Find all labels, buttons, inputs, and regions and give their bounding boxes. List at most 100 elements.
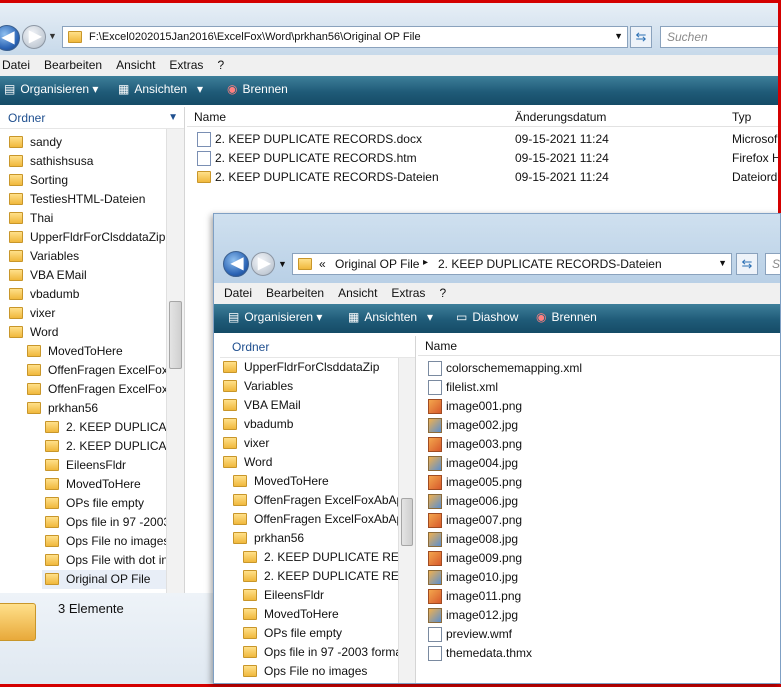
tree-scroll-thumb[interactable]: [169, 301, 182, 369]
organize-button[interactable]: ▤ Organisieren ▾: [228, 310, 322, 324]
front-tree-scrollbar[interactable]: [398, 358, 415, 683]
address-dropdown-icon[interactable]: ▼: [614, 31, 623, 41]
file-row[interactable]: image009.png: [424, 549, 780, 568]
tree-item[interactable]: Word: [6, 323, 166, 342]
tree-item[interactable]: prkhan56: [24, 399, 166, 418]
file-row[interactable]: image004.jpg: [424, 454, 780, 473]
tree-item[interactable]: Ops file in 97 -2003 format: [240, 643, 398, 662]
file-row[interactable]: 2. KEEP DUPLICATE RECORDS-Dateien 09-15-2…: [193, 168, 781, 187]
tree-item[interactable]: OffenFragen ExcelFoxAb: [24, 380, 166, 399]
menu-datei[interactable]: Datei: [214, 283, 259, 300]
front-address-bar[interactable]: « Original OP File ▸ 2. KEEP DUPLICATE R…: [292, 253, 732, 275]
nav-dropdown-icon[interactable]: ▼: [48, 31, 57, 41]
breadcrumb-prefix[interactable]: «: [319, 257, 326, 271]
tree-item[interactable]: Ops file in 97 -2003 fo: [42, 513, 166, 532]
tree-item[interactable]: Word: [220, 453, 398, 472]
menu-help[interactable]: ?: [210, 55, 231, 72]
col-name[interactable]: Name: [194, 110, 226, 124]
menu-help[interactable]: ?: [432, 283, 453, 300]
menu-datei[interactable]: Datei: [0, 55, 37, 72]
tree-item[interactable]: Variables: [220, 377, 398, 396]
menu-bearbeiten[interactable]: Bearbeiten: [259, 283, 331, 300]
tree-item[interactable]: Ops File no images: [42, 532, 166, 551]
file-row[interactable]: colorschememapping.xml: [424, 359, 780, 378]
menu-ansicht[interactable]: Ansicht: [331, 283, 384, 300]
col-name[interactable]: Name: [425, 339, 457, 353]
file-row[interactable]: image003.png: [424, 435, 780, 454]
breadcrumb-current[interactable]: 2. KEEP DUPLICATE RECORDS-Dateien: [438, 257, 662, 271]
menu-bearbeiten[interactable]: Bearbeiten: [37, 55, 109, 72]
tree-item[interactable]: prkhan56: [230, 529, 398, 548]
front-search-input[interactable]: Suchen: [765, 253, 780, 275]
file-row[interactable]: 2. KEEP DUPLICATE RECORDS.docx 09-15-2021…: [193, 130, 781, 149]
tree-item[interactable]: MovedToHere: [240, 605, 398, 624]
search-input[interactable]: Suchen: [660, 26, 781, 48]
file-row[interactable]: image001.png: [424, 397, 780, 416]
tree-item[interactable]: EileensFldr: [42, 456, 166, 475]
tree-item[interactable]: 2. KEEP DUPLICATE RECORI: [240, 548, 398, 567]
tree-item[interactable]: vixer: [220, 434, 398, 453]
breadcrumb-separator-icon[interactable]: ▸: [423, 257, 428, 268]
slideshow-button[interactable]: ▭ Diashow: [456, 310, 518, 324]
breadcrumb-parent[interactable]: Original OP File: [335, 257, 419, 271]
file-row[interactable]: image007.png: [424, 511, 780, 530]
forward-button[interactable]: ▶: [22, 25, 46, 49]
burn-button[interactable]: ◉ Brennen: [227, 82, 288, 96]
tree-item[interactable]: UpperFldrForClsddataZip: [6, 228, 166, 247]
tree-item[interactable]: 2. KEEP DUPLICATE RE: [42, 418, 166, 437]
address-dropdown-icon[interactable]: ▼: [718, 258, 727, 268]
refresh-button[interactable]: ⇆: [630, 26, 652, 48]
tree-item[interactable]: OffenFragen ExcelFoxAbApril2: [230, 491, 398, 510]
tree-item[interactable]: 2. KEEP DUPLICATE RECORI: [240, 567, 398, 586]
tree-item[interactable]: VBA EMail: [6, 266, 166, 285]
nav-dropdown-icon[interactable]: ▼: [278, 259, 287, 269]
tree-item[interactable]: UpperFldrForClsddataZip: [220, 358, 398, 377]
menu-extras[interactable]: Extras: [162, 55, 210, 72]
file-row[interactable]: image011.png: [424, 587, 780, 606]
tree-item[interactable]: OffenFragen ExcelFoxAbApril2: [230, 510, 398, 529]
tree-item[interactable]: Original OP File: [42, 570, 166, 589]
tree-item[interactable]: vbadumb: [6, 285, 166, 304]
col-date[interactable]: Änderungsdatum: [515, 110, 606, 124]
tree-header[interactable]: Ordner: [220, 336, 415, 358]
tree-item[interactable]: Thai: [6, 209, 166, 228]
file-row[interactable]: 2. KEEP DUPLICATE RECORDS.htm 09-15-2021 …: [193, 149, 781, 168]
tree-item[interactable]: Variables: [6, 247, 166, 266]
tree-item[interactable]: 2. KEEP DUPLICATE RE: [42, 437, 166, 456]
organize-button[interactable]: ▤ Organisieren ▾: [4, 82, 98, 96]
tree-item[interactable]: OPs file empty: [240, 624, 398, 643]
front-back-button[interactable]: ◀: [223, 251, 249, 277]
file-row[interactable]: image012.jpg: [424, 606, 780, 625]
file-row[interactable]: image008.jpg: [424, 530, 780, 549]
tree-item[interactable]: TestiesHTML-Dateien: [6, 190, 166, 209]
tree-header[interactable]: Ordner ▼: [0, 107, 184, 129]
tree-item[interactable]: sathishsusa: [6, 152, 166, 171]
back-address-bar[interactable]: F:\Excel0202015Jan2016\ExcelFox\Word\prk…: [62, 26, 628, 48]
views-button[interactable]: ▦ Ansichten ▾: [348, 310, 433, 324]
file-row[interactable]: themedata.thmx: [424, 644, 780, 663]
back-button[interactable]: ◀: [0, 25, 20, 51]
front-forward-button[interactable]: ▶: [251, 252, 275, 276]
tree-item[interactable]: VBA EMail: [220, 396, 398, 415]
front-refresh-button[interactable]: ⇆: [736, 253, 758, 275]
tree-item[interactable]: vbadumb: [220, 415, 398, 434]
tree-item[interactable]: vixer: [6, 304, 166, 323]
back-tree-scrollbar[interactable]: [166, 129, 184, 593]
tree-item[interactable]: OPs file empty: [42, 494, 166, 513]
views-button[interactable]: ▦ Ansichten ▾: [118, 82, 203, 96]
tree-item[interactable]: sandy: [6, 133, 166, 152]
tree-item[interactable]: MovedToHere: [42, 475, 166, 494]
tree-item[interactable]: Ops File with dot in na: [42, 551, 166, 570]
menu-ansicht[interactable]: Ansicht: [109, 55, 162, 72]
file-row[interactable]: preview.wmf: [424, 625, 780, 644]
col-type[interactable]: Typ: [732, 110, 751, 124]
tree-item[interactable]: MovedToHere: [230, 472, 398, 491]
tree-item[interactable]: MovedToHere: [24, 342, 166, 361]
tree-item[interactable]: Sorting: [6, 171, 166, 190]
tree-scroll-thumb[interactable]: [401, 498, 413, 546]
tree-item[interactable]: Ops File no images: [240, 662, 398, 681]
tree-item[interactable]: EileensFldr: [240, 586, 398, 605]
file-row[interactable]: image006.jpg: [424, 492, 780, 511]
menu-extras[interactable]: Extras: [384, 283, 432, 300]
file-row[interactable]: image002.jpg: [424, 416, 780, 435]
